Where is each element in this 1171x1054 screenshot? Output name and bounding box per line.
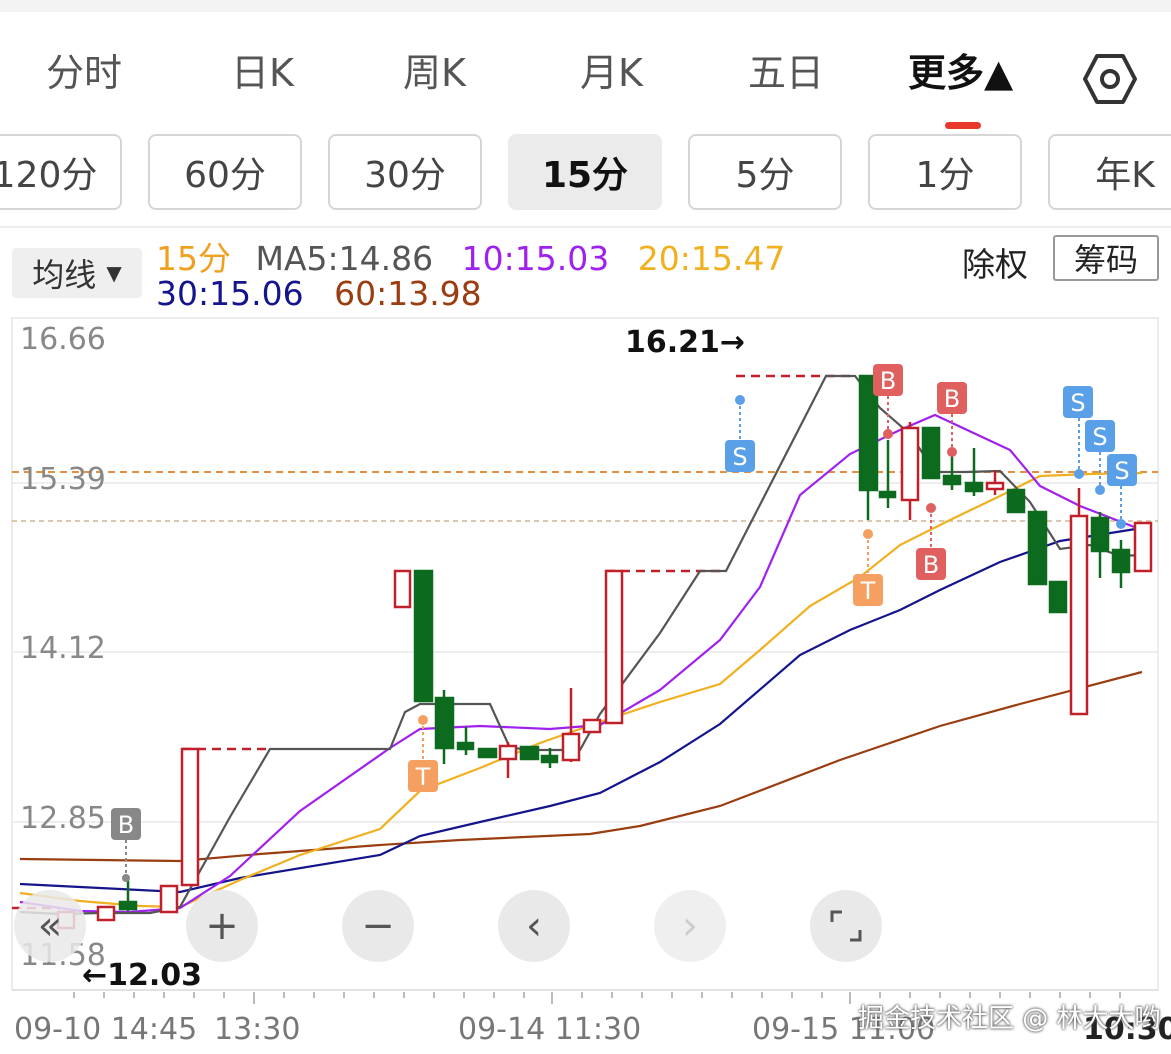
zoom-in-button[interactable]: +: [186, 890, 258, 962]
period-15min-button[interactable]: 15分: [508, 134, 662, 210]
tab-intraday[interactable]: 分时: [46, 42, 122, 97]
svg-text:S: S: [1070, 389, 1085, 417]
x-axis-label-1: 09-10 14:45: [14, 1012, 198, 1047]
y-axis-label-2: 15.39: [20, 462, 106, 497]
ma-values-row-2: 30:15.06 60:13.98: [156, 274, 482, 313]
double-chevron-left-icon: «: [37, 903, 63, 949]
ex-rights-toggle[interactable]: 除权: [962, 238, 1028, 286]
indicator-select[interactable]: 均线 ▼: [12, 248, 142, 298]
plus-icon: +: [205, 903, 239, 949]
chips-button[interactable]: 筹码: [1053, 235, 1159, 281]
svg-text:S: S: [1092, 423, 1107, 451]
svg-text:B: B: [880, 367, 896, 395]
active-tab-indicator: [945, 122, 981, 129]
svg-text:B: B: [923, 551, 939, 579]
y-axis-label-3: 14.12: [20, 631, 106, 666]
ma5-value: MA5:14.86: [255, 239, 434, 278]
ma10-value: 10:15.03: [461, 239, 610, 278]
dropdown-triangle-icon: ▼: [106, 261, 122, 285]
chevron-right-icon: ›: [682, 903, 698, 949]
period-120min-button[interactable]: 120分: [0, 134, 122, 210]
period-30min-button[interactable]: 30分: [328, 134, 482, 210]
ma60-value: 60:13.98: [334, 274, 482, 313]
period-1min-button[interactable]: 1分: [868, 134, 1022, 210]
status-strip: [0, 0, 1171, 12]
ma-values-row-1: 15分 MA5:14.86 10:15.03 20:15.47: [156, 232, 785, 280]
indicator-select-label: 均线: [32, 256, 97, 294]
svg-text:T: T: [415, 763, 431, 791]
scroll-start-button[interactable]: «: [14, 890, 86, 962]
ma-period-label: 15分: [156, 239, 231, 278]
period-60min-button[interactable]: 60分: [148, 134, 302, 210]
source-watermark: 掘金技术社区 @ 林大大哟: [858, 1004, 1161, 1034]
ma30-value: 30:15.06: [156, 274, 304, 313]
move-right-button[interactable]: ›: [654, 890, 726, 962]
svg-text:B: B: [118, 811, 134, 839]
x-axis-label-3: 09-14 11:30: [458, 1012, 642, 1047]
ma20-value: 20:15.47: [637, 239, 786, 278]
svg-text:S: S: [1114, 457, 1129, 485]
tab-more[interactable]: 更多▲: [908, 42, 1013, 97]
move-left-button[interactable]: ‹: [498, 890, 570, 962]
period-selector: 120分 60分 30分 15分 5分 1分 年K: [0, 134, 1171, 214]
svg-text:T: T: [860, 577, 876, 605]
high-price-annotation: 16.21→: [625, 325, 746, 360]
y-axis-label-4: 12.85: [20, 801, 106, 836]
candlestick-chart[interactable]: B S T B B B T S S S: [0, 312, 1171, 1054]
tab-monthly-k[interactable]: 月K: [580, 42, 643, 97]
zoom-out-button[interactable]: −: [342, 890, 414, 962]
chevron-left-icon: ‹: [526, 903, 542, 949]
tab-weekly-k[interactable]: 周K: [403, 42, 466, 97]
period-year-k-button[interactable]: 年K: [1048, 134, 1171, 210]
divider: [0, 226, 1171, 228]
low-price-annotation: ←12.03: [82, 958, 203, 993]
tab-five-day[interactable]: 五日: [748, 42, 824, 97]
svg-text:B: B: [944, 385, 960, 413]
tab-daily-k[interactable]: 日K: [231, 42, 294, 97]
period-5min-button[interactable]: 5分: [688, 134, 842, 210]
fullscreen-icon: [830, 910, 862, 942]
svg-text:S: S: [732, 443, 747, 471]
minus-icon: −: [361, 903, 395, 949]
x-axis-label-2: 13:30: [214, 1012, 301, 1047]
y-axis-label-max: 16.66: [20, 322, 106, 357]
fullscreen-button[interactable]: [810, 890, 882, 962]
settings-gear-icon[interactable]: [1083, 52, 1137, 106]
chart-type-tabs: 分时 日K 周K 月K 五日 更多▲: [0, 12, 1171, 129]
